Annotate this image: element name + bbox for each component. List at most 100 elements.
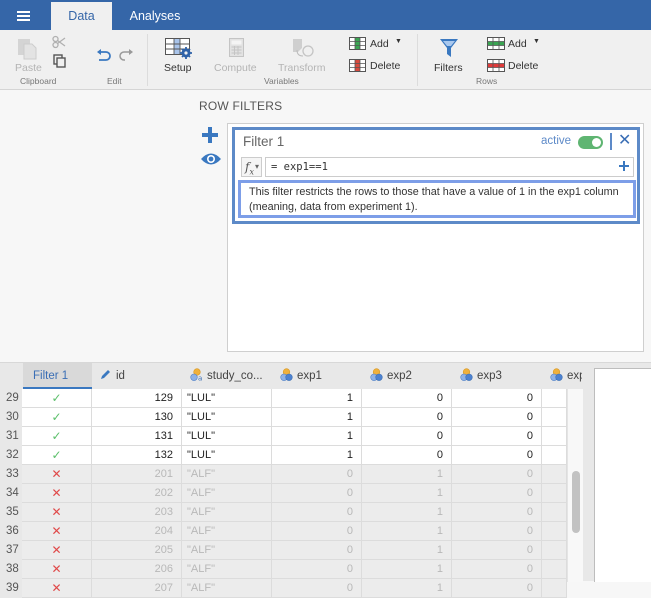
- function-fx-button[interactable]: fx ▾: [241, 157, 262, 177]
- id-cell[interactable]: 129: [92, 389, 182, 408]
- study-code-cell[interactable]: "LUL": [182, 389, 272, 408]
- scrollbar-thumb[interactable]: [572, 471, 580, 533]
- column-header-exp3[interactable]: exp3: [460, 363, 542, 389]
- exp3-cell[interactable]: 0: [452, 484, 542, 503]
- study-code-cell[interactable]: "ALF": [182, 560, 272, 579]
- exp1-cell[interactable]: 0: [272, 484, 362, 503]
- exp3-cell[interactable]: 0: [452, 541, 542, 560]
- hamburger-menu-icon[interactable]: [11, 9, 37, 23]
- row-number[interactable]: 32: [0, 446, 22, 465]
- exp2-cell[interactable]: 0: [362, 427, 452, 446]
- exp4-cell[interactable]: [542, 522, 567, 541]
- exp4-cell[interactable]: [542, 446, 567, 465]
- exp1-cell[interactable]: 1: [272, 408, 362, 427]
- row-number[interactable]: 39: [0, 579, 22, 598]
- exp3-cell[interactable]: 0: [452, 503, 542, 522]
- exp1-cell[interactable]: 0: [272, 465, 362, 484]
- exp4-cell[interactable]: [542, 579, 567, 598]
- exp3-cell[interactable]: 0: [452, 408, 542, 427]
- study-code-cell[interactable]: "ALF": [182, 484, 272, 503]
- tab-analyses[interactable]: Analyses: [118, 2, 192, 30]
- id-cell[interactable]: 206: [92, 560, 182, 579]
- exp1-cell[interactable]: 0: [272, 579, 362, 598]
- exp1-cell[interactable]: 1: [272, 427, 362, 446]
- exp2-cell[interactable]: 1: [362, 541, 452, 560]
- exp4-cell[interactable]: [542, 503, 567, 522]
- exp2-cell[interactable]: 1: [362, 465, 452, 484]
- exp4-cell[interactable]: [542, 560, 567, 579]
- exp1-cell[interactable]: 0: [272, 503, 362, 522]
- exp3-cell[interactable]: 0: [452, 427, 542, 446]
- redo-icon[interactable]: [118, 48, 134, 62]
- cut-icon[interactable]: [52, 35, 66, 49]
- exp2-cell[interactable]: 0: [362, 389, 452, 408]
- id-cell[interactable]: 202: [92, 484, 182, 503]
- undo-icon[interactable]: [96, 48, 112, 62]
- id-cell[interactable]: 204: [92, 522, 182, 541]
- exp3-cell[interactable]: 0: [452, 389, 542, 408]
- close-filter-icon[interactable]: ✕: [618, 131, 631, 151]
- row-number[interactable]: 29: [0, 389, 22, 408]
- vertical-scrollbar[interactable]: [567, 389, 583, 582]
- exp3-cell[interactable]: 0: [452, 560, 542, 579]
- row-number[interactable]: 34: [0, 484, 22, 503]
- study-code-cell[interactable]: "LUL": [182, 427, 272, 446]
- study-code-cell[interactable]: "ALF": [182, 579, 272, 598]
- study-code-cell[interactable]: "LUL": [182, 408, 272, 427]
- exp4-cell[interactable]: [542, 484, 567, 503]
- row-number[interactable]: 36: [0, 522, 22, 541]
- filter-formula-input[interactable]: = exp1==1: [265, 157, 634, 177]
- row-number[interactable]: 37: [0, 541, 22, 560]
- exp3-cell[interactable]: 0: [452, 579, 542, 598]
- filter-name[interactable]: Filter 1: [243, 134, 284, 149]
- tab-data[interactable]: Data: [51, 2, 112, 30]
- exp1-cell[interactable]: 0: [272, 522, 362, 541]
- filter-active-toggle[interactable]: [578, 136, 603, 149]
- exp4-cell[interactable]: [542, 389, 567, 408]
- column-header-id[interactable]: id: [100, 363, 182, 389]
- column-header-study-code[interactable]: a study_co...: [190, 363, 272, 389]
- exp2-cell[interactable]: 1: [362, 522, 452, 541]
- column-header-filter-1[interactable]: Filter 1: [23, 363, 92, 389]
- row-number[interactable]: 33: [0, 465, 22, 484]
- exp1-cell[interactable]: 0: [272, 541, 362, 560]
- column-header-exp4[interactable]: exp: [550, 363, 582, 389]
- filter-description-input[interactable]: This filter restricts the rows to those …: [238, 180, 636, 218]
- exp3-cell[interactable]: 0: [452, 465, 542, 484]
- exp2-cell[interactable]: 1: [362, 503, 452, 522]
- id-cell[interactable]: 207: [92, 579, 182, 598]
- eye-icon[interactable]: [200, 152, 222, 166]
- study-code-cell[interactable]: "ALF": [182, 465, 272, 484]
- row-number[interactable]: 35: [0, 503, 22, 522]
- exp1-cell[interactable]: 1: [272, 446, 362, 465]
- exp2-cell[interactable]: 1: [362, 560, 452, 579]
- exp3-cell[interactable]: 0: [452, 446, 542, 465]
- add-condition-plus-icon[interactable]: [619, 161, 629, 171]
- exp4-cell[interactable]: [542, 465, 567, 484]
- id-cell[interactable]: 130: [92, 408, 182, 427]
- study-code-cell[interactable]: "ALF": [182, 503, 272, 522]
- study-code-cell[interactable]: "ALF": [182, 541, 272, 560]
- id-cell[interactable]: 205: [92, 541, 182, 560]
- id-cell[interactable]: 132: [92, 446, 182, 465]
- exp2-cell[interactable]: 0: [362, 446, 452, 465]
- exp4-cell[interactable]: [542, 408, 567, 427]
- exp1-cell[interactable]: 0: [272, 560, 362, 579]
- column-header-exp2[interactable]: exp2: [370, 363, 452, 389]
- column-header-exp1[interactable]: exp1: [280, 363, 362, 389]
- add-filter-plus-icon[interactable]: [201, 126, 219, 144]
- id-cell[interactable]: 203: [92, 503, 182, 522]
- exp4-cell[interactable]: [542, 427, 567, 446]
- exp4-cell[interactable]: [542, 541, 567, 560]
- id-cell[interactable]: 131: [92, 427, 182, 446]
- exp2-cell[interactable]: 1: [362, 579, 452, 598]
- study-code-cell[interactable]: "LUL": [182, 446, 272, 465]
- exp2-cell[interactable]: 0: [362, 408, 452, 427]
- exp1-cell[interactable]: 1: [272, 389, 362, 408]
- exp2-cell[interactable]: 1: [362, 484, 452, 503]
- row-number[interactable]: 30: [0, 408, 22, 427]
- row-number[interactable]: 31: [0, 427, 22, 446]
- copy-icon[interactable]: [53, 54, 67, 68]
- exp3-cell[interactable]: 0: [452, 522, 542, 541]
- id-cell[interactable]: 201: [92, 465, 182, 484]
